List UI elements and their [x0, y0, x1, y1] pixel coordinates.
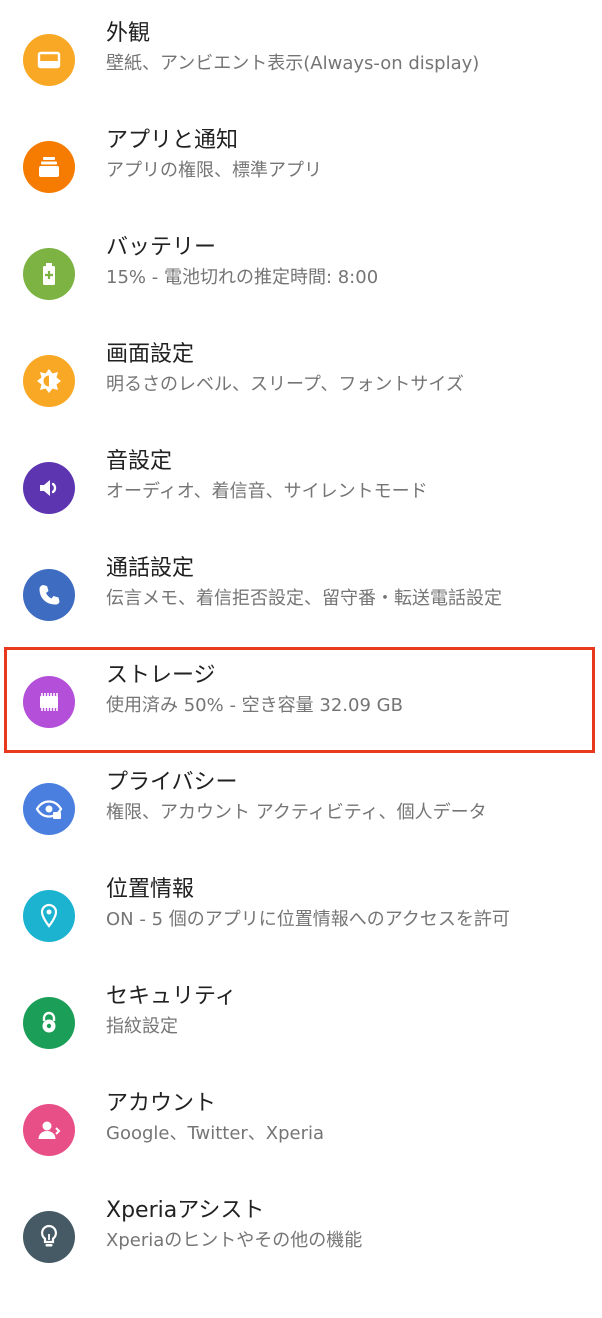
settings-item-security[interactable]: セキュリティ 指紋設定: [0, 984, 602, 1104]
settings-item-xperia-assist[interactable]: Xperiaアシスト Xperiaのヒントやその他の機能: [0, 1198, 602, 1318]
settings-item-appearance[interactable]: 外観 壁紙、アンビエント表示(Always-on display): [0, 21, 602, 141]
item-subtitle: 伝言メモ、着信拒否設定、留守番・転送電話設定: [106, 588, 502, 609]
item-subtitle: アプリの権限、標準アプリ: [106, 160, 322, 181]
settings-item-location[interactable]: 位置情報 ON - 5 個のアプリに位置情報へのアクセスを許可: [0, 877, 602, 997]
settings-item-sound[interactable]: 音設定 オーディオ、着信音、サイレントモード: [0, 449, 602, 569]
item-title: 位置情報: [106, 877, 195, 902]
account-icon: [23, 1104, 75, 1156]
item-title: バッテリー: [106, 235, 217, 260]
item-subtitle: 権限、アカウント アクティビティ、個人データ: [106, 802, 487, 823]
item-title: ストレージ: [106, 663, 216, 688]
battery-icon: [23, 248, 75, 300]
settings-item-privacy[interactable]: プライバシー 権限、アカウント アクティビティ、個人データ: [0, 770, 602, 890]
storage-icon: [23, 676, 75, 728]
settings-item-account[interactable]: アカウント Google、Twitter、Xperia: [0, 1091, 602, 1211]
settings-item-storage[interactable]: ストレージ 使用済み 50% - 空き容量 32.09 GB: [0, 663, 602, 783]
item-subtitle: 指紋設定: [106, 1016, 178, 1037]
apps-icon: [23, 141, 75, 193]
lock-icon: [23, 997, 75, 1049]
appearance-icon: [23, 34, 75, 86]
item-title: アカウント: [106, 1091, 217, 1116]
settings-list: 外観 壁紙、アンビエント表示(Always-on display) アプリと通知…: [0, 0, 602, 1290]
item-subtitle: 明るさのレベル、スリープ、フォントサイズ: [106, 374, 464, 395]
item-subtitle: Xperiaのヒントやその他の機能: [106, 1230, 363, 1251]
item-title: 音設定: [106, 449, 173, 474]
item-subtitle: ON - 5 個のアプリに位置情報へのアクセスを許可: [106, 909, 510, 930]
settings-item-call[interactable]: 通話設定 伝言メモ、着信拒否設定、留守番・転送電話設定: [0, 556, 602, 676]
item-subtitle: 使用済み 50% - 空き容量 32.09 GB: [106, 695, 403, 716]
item-title: アプリと通知: [106, 128, 239, 153]
item-title: Xperiaアシスト: [106, 1198, 265, 1223]
brightness-icon: [23, 355, 75, 407]
item-title: 外観: [106, 21, 151, 46]
settings-item-display[interactable]: 画面設定 明るさのレベル、スリープ、フォントサイズ: [0, 342, 602, 462]
volume-icon: [23, 462, 75, 514]
privacy-icon: [23, 783, 75, 835]
item-title: プライバシー: [106, 770, 238, 795]
settings-item-battery[interactable]: バッテリー 15% - 電池切れの推定時間: 8:00: [0, 235, 602, 355]
item-title: 画面設定: [106, 342, 195, 367]
item-subtitle: オーディオ、着信音、サイレントモード: [106, 481, 428, 502]
item-title: セキュリティ: [106, 984, 237, 1009]
item-subtitle: 15% - 電池切れの推定時間: 8:00: [106, 267, 379, 288]
settings-item-apps[interactable]: アプリと通知 アプリの権限、標準アプリ: [0, 128, 602, 248]
phone-icon: [23, 569, 75, 621]
lightbulb-icon: [23, 1211, 75, 1263]
item-subtitle: Google、Twitter、Xperia: [106, 1123, 325, 1144]
location-icon: [23, 890, 75, 942]
item-title: 通話設定: [106, 556, 195, 581]
item-subtitle: 壁紙、アンビエント表示(Always-on display): [106, 53, 480, 74]
